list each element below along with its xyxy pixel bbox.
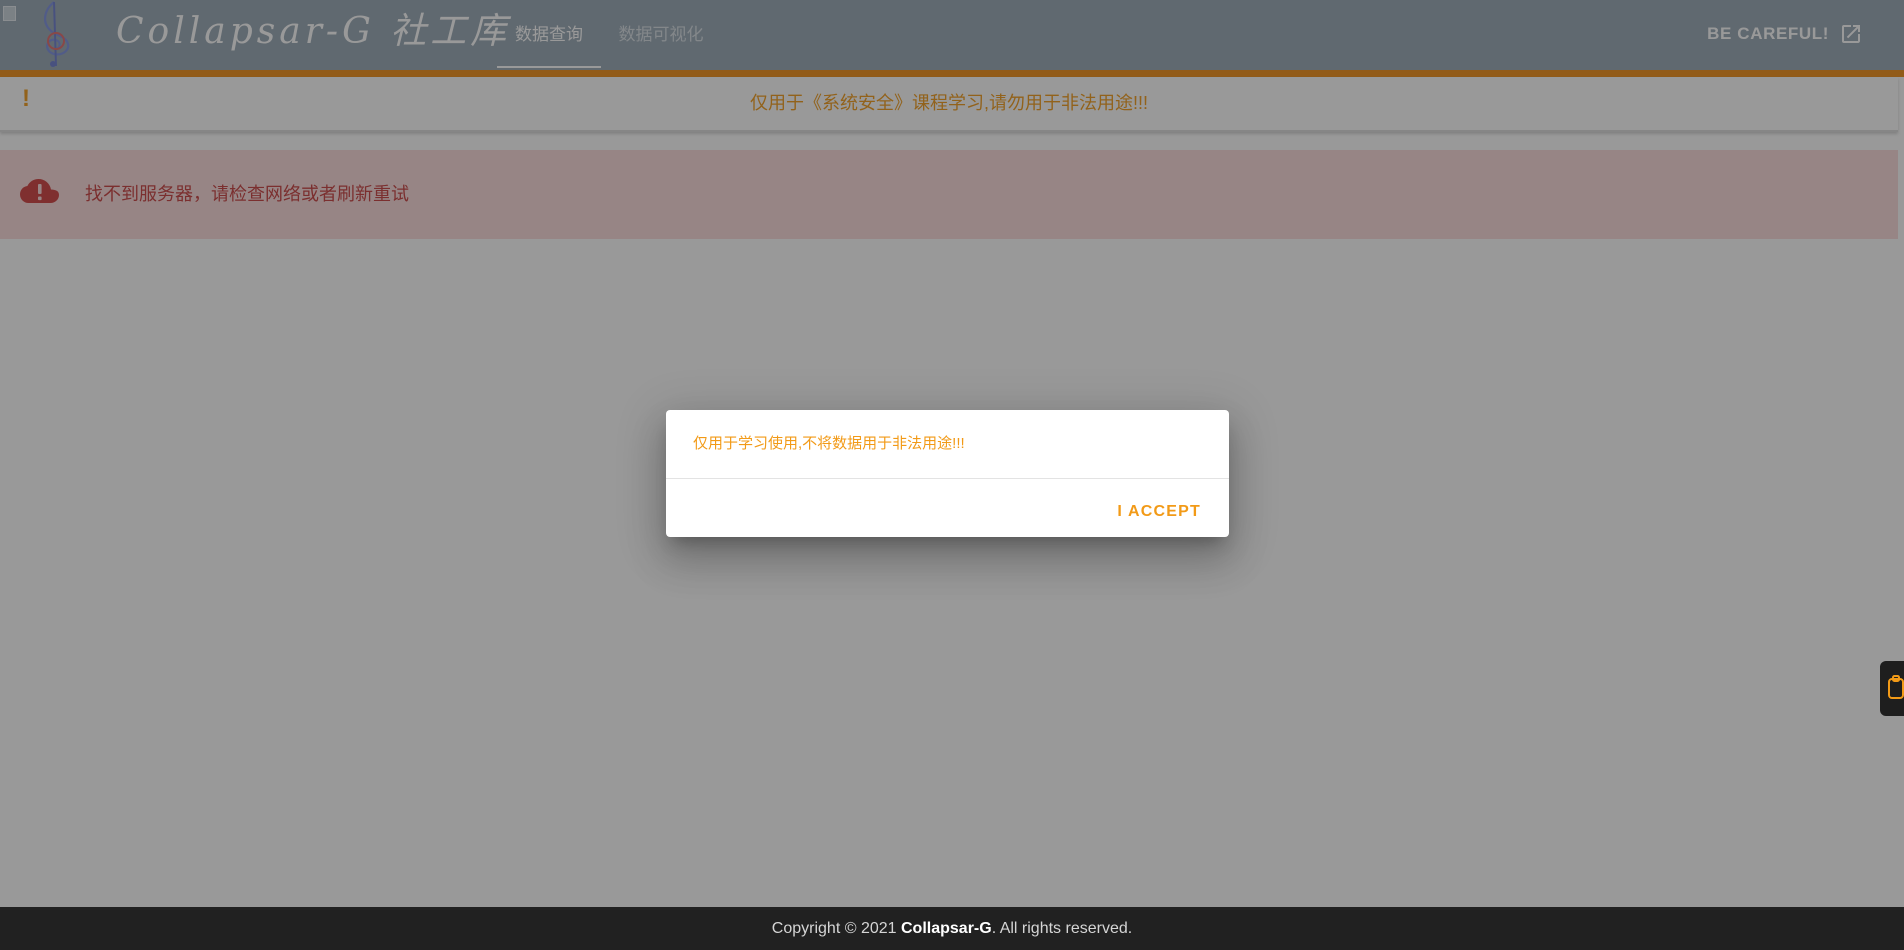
footer-copyright-prefix: Copyright © 2021 bbox=[771, 920, 901, 937]
side-floating-tab[interactable] bbox=[1880, 661, 1904, 716]
footer-brand: Collapsar-G bbox=[901, 920, 992, 937]
page: Collapsar-G 社工库 数据查询 数据可视化 BE CAREFUL! !… bbox=[0, 0, 1904, 950]
footer-rights: . All rights reserved. bbox=[991, 920, 1133, 937]
dialog-divider bbox=[666, 478, 1229, 479]
clipboard-icon bbox=[1888, 675, 1904, 699]
footer: Copyright © 2021 Collapsar-G. All rights… bbox=[0, 907, 1904, 950]
dialog-message: 仅用于学习使用,不将数据用于非法用途!!! bbox=[693, 435, 965, 452]
disclaimer-dialog: 仅用于学习使用,不将数据用于非法用途!!! I ACCEPT bbox=[666, 410, 1229, 537]
accept-button[interactable]: I ACCEPT bbox=[1109, 497, 1209, 527]
